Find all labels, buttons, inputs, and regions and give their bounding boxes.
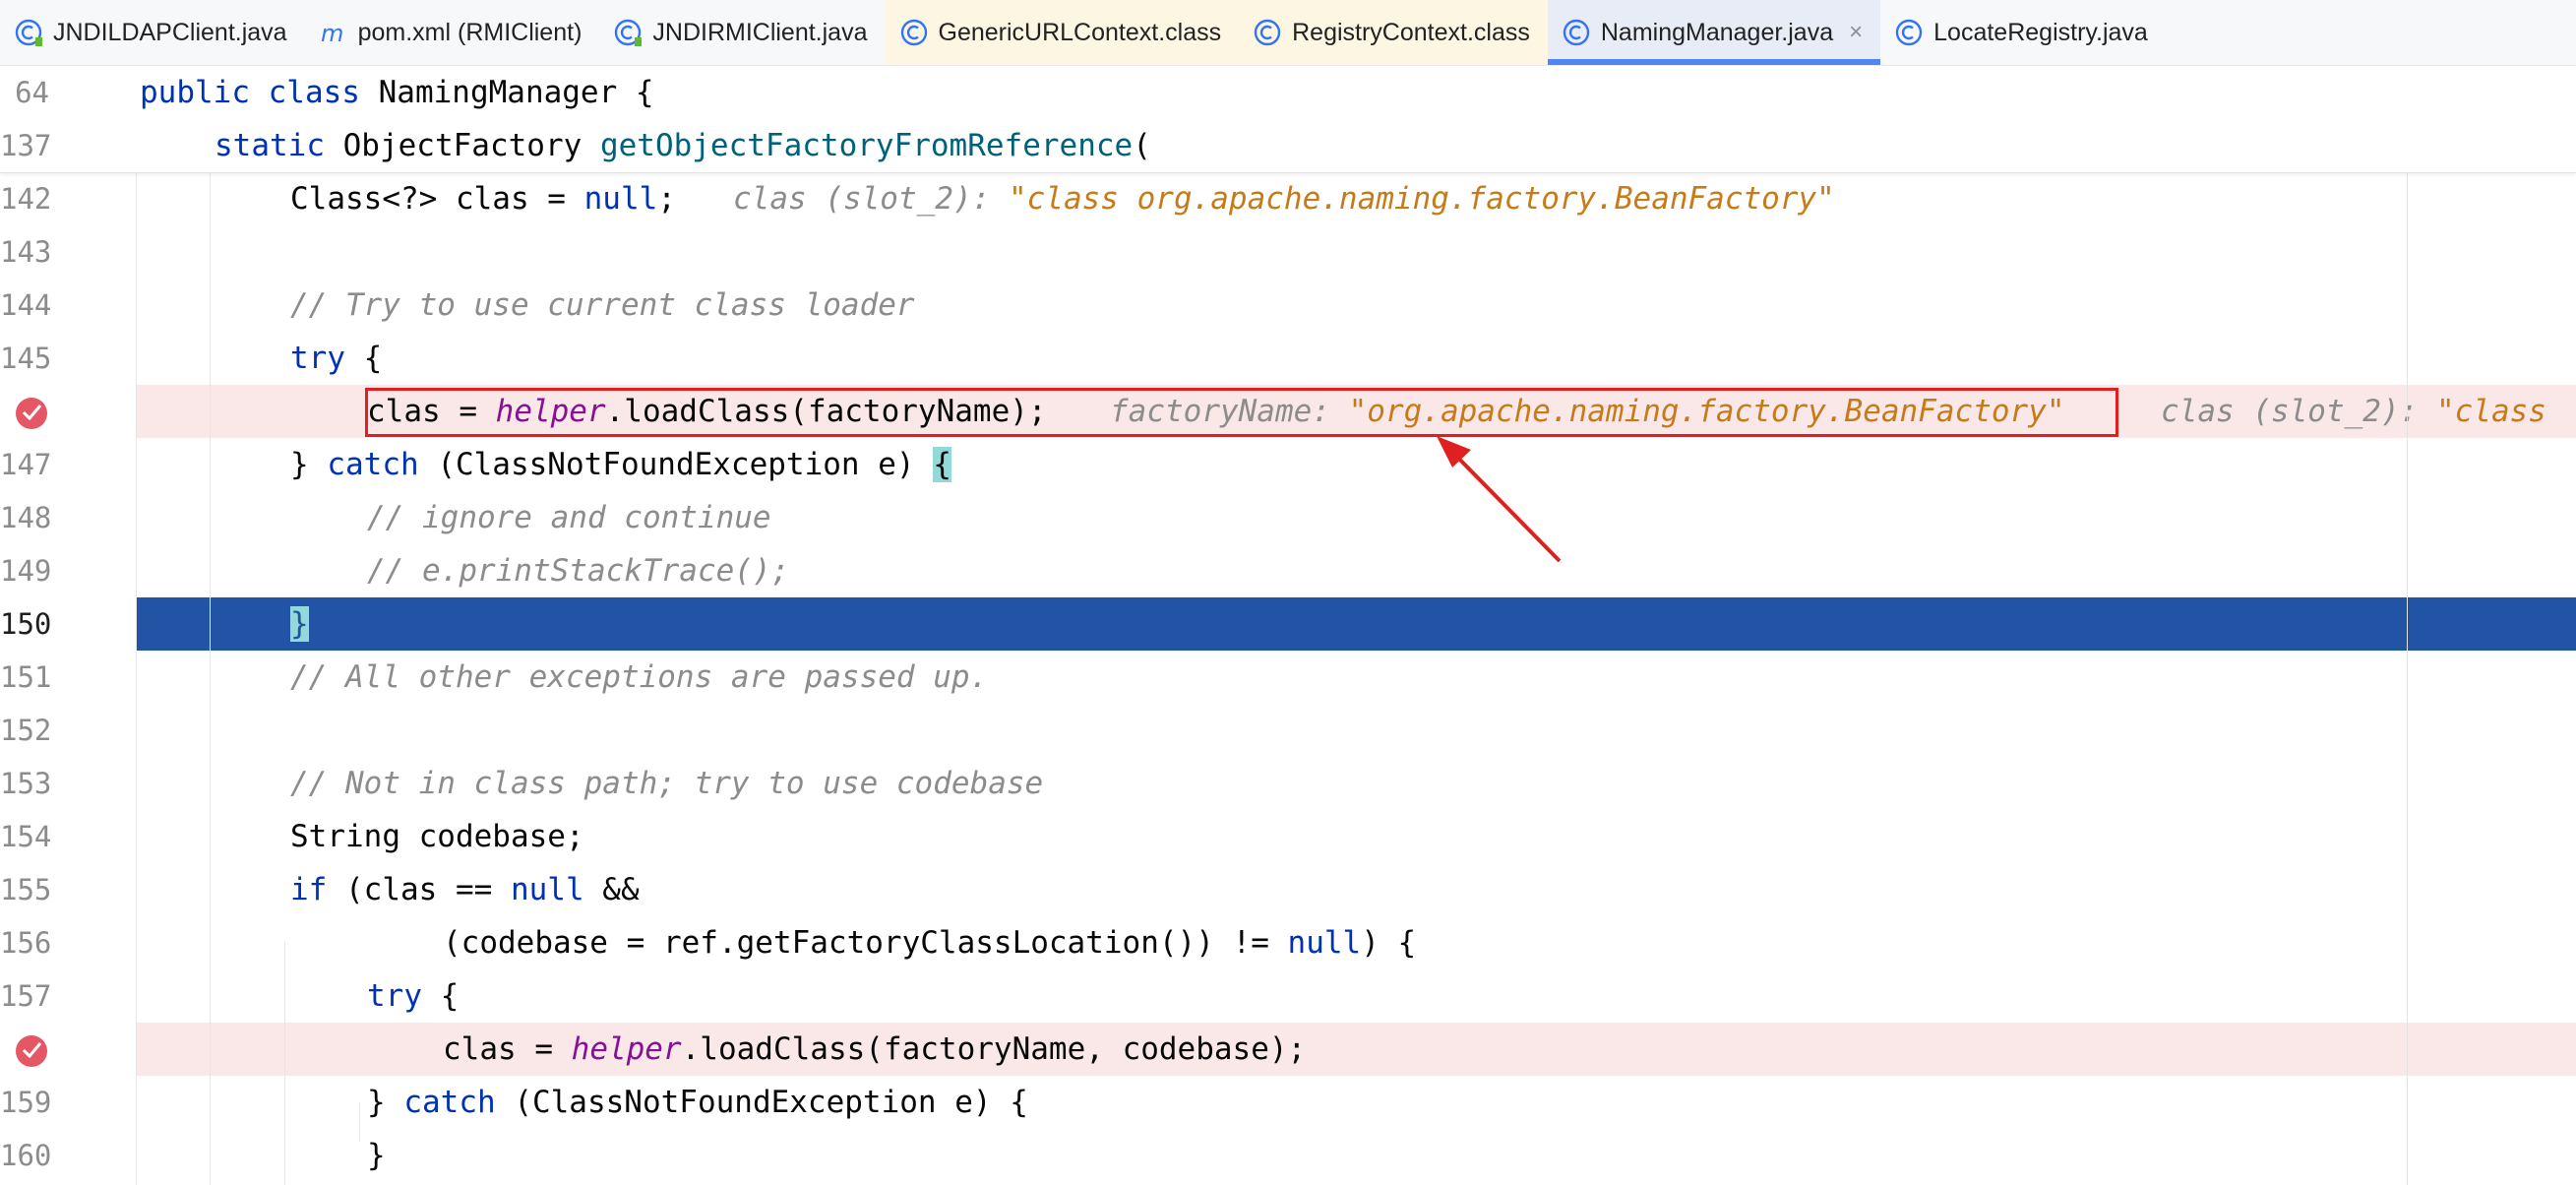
tab-genericurlcontext[interactable]: GenericURLContext.class bbox=[885, 0, 1240, 65]
editor-tab-bar: JNDILDAPClient.java m pom.xml (RMIClient… bbox=[0, 0, 2576, 66]
tab-registrycontext[interactable]: RegistryContext.class bbox=[1239, 0, 1548, 65]
tab-label: JNDILDAPClient.java bbox=[53, 18, 287, 46]
tab-label: LocateRegistry.java bbox=[1933, 18, 2148, 46]
tab-label: pom.xml (RMIClient) bbox=[357, 18, 583, 46]
class-file-icon bbox=[1894, 18, 1924, 47]
svg-text:m: m bbox=[321, 20, 343, 47]
tab-label: NamingManager.java bbox=[1600, 18, 1834, 46]
tab-jndirmiclient[interactable]: JNDIRMIClient.java bbox=[599, 0, 885, 65]
close-icon[interactable]: × bbox=[1849, 19, 1863, 46]
java-class-icon bbox=[613, 18, 643, 47]
tab-label: GenericURLContext.class bbox=[938, 18, 1222, 46]
annotation-arrow bbox=[1437, 436, 1562, 563]
code-editor[interactable]: 64 public class NamingManager { 137 stat… bbox=[0, 66, 2576, 1185]
tab-namingmanager[interactable]: NamingManager.java × bbox=[1547, 0, 1881, 65]
tab-label: JNDIRMIClient.java bbox=[652, 18, 868, 46]
tab-jndildapclient[interactable]: JNDILDAPClient.java bbox=[0, 0, 305, 65]
java-class-icon bbox=[14, 18, 43, 47]
class-file-icon bbox=[899, 18, 929, 47]
tab-label: RegistryContext.class bbox=[1292, 18, 1530, 46]
class-file-icon bbox=[1253, 18, 1282, 47]
class-file-icon bbox=[1562, 18, 1591, 47]
tab-pom-xml[interactable]: m pom.xml (RMIClient) bbox=[305, 0, 600, 65]
maven-icon: m bbox=[319, 18, 348, 47]
tab-locateregistry[interactable]: LocateRegistry.java bbox=[1880, 0, 2166, 65]
